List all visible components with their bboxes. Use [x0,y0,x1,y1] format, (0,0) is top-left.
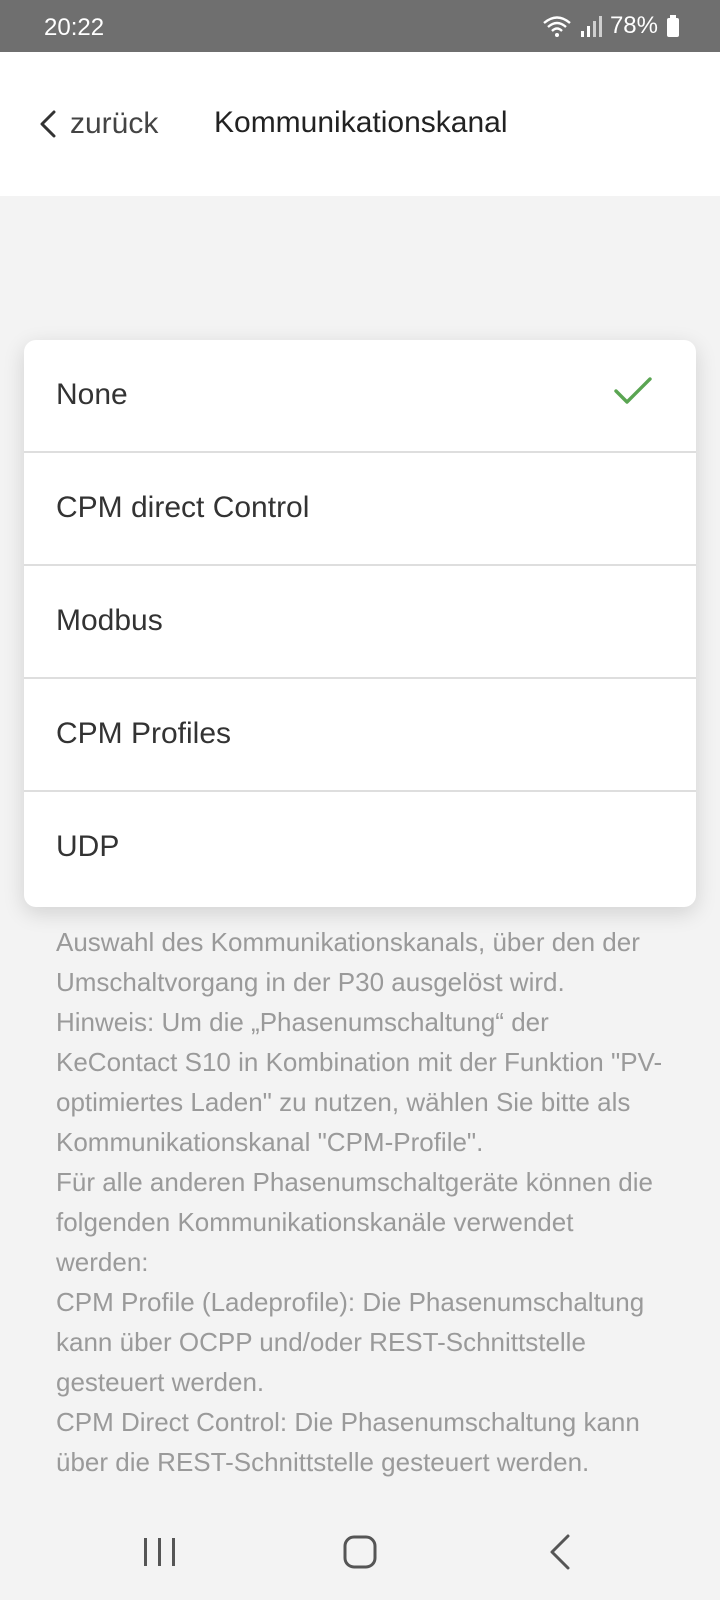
recent-apps-icon[interactable] [130,1528,190,1576]
option-label: None [56,378,128,411]
battery-percentage: 78% [609,12,658,39]
wifi-icon [543,16,571,37]
option-none[interactable]: None [24,340,696,453]
description-line: Hinweis: Um die „Phasenumschaltung“ der … [56,1007,663,1157]
option-label: CPM direct Control [56,491,310,524]
status-bar: 20:22 78% [0,0,720,52]
options-list: None CPM direct Control Modbus CPM Profi… [24,340,696,907]
option-label: CPM Profiles [56,717,232,750]
back-button[interactable]: zurück [36,102,158,146]
option-udp[interactable]: UDP [24,792,696,907]
description-line: CPM Direct Control: Die Phasenumschaltun… [56,1407,640,1477]
description-line: Für alle anderen Phasenumschaltgeräte kö… [56,1167,653,1277]
page-title: Kommunikationskanal [214,106,508,139]
option-label: UDP [56,830,120,863]
signal-icon [580,16,602,37]
check-icon [614,377,652,404]
status-time: 20:22 [44,14,105,41]
back-icon[interactable] [532,1528,592,1576]
app-header: zurück Kommunikationskanal [0,52,720,196]
back-label: zurück [70,107,159,140]
option-cpm-direct-control[interactable]: CPM direct Control [24,453,696,566]
description-line: Auswahl des Kommunikationskanals, über d… [56,927,640,997]
option-cpm-profiles[interactable]: CPM Profiles [24,679,696,792]
description-line: CPM Profile (Ladeprofile): Die Phasenums… [56,1287,645,1397]
description-text: Auswahl des Kommunikationskanals, über d… [56,922,666,1502]
chevron-left-icon [40,110,56,138]
option-modbus[interactable]: Modbus [24,566,696,679]
home-icon[interactable] [330,1528,390,1576]
status-icons: 78% [542,12,680,40]
battery-icon [667,15,679,37]
system-nav-bar [0,1502,720,1600]
option-label: Modbus [56,604,163,637]
